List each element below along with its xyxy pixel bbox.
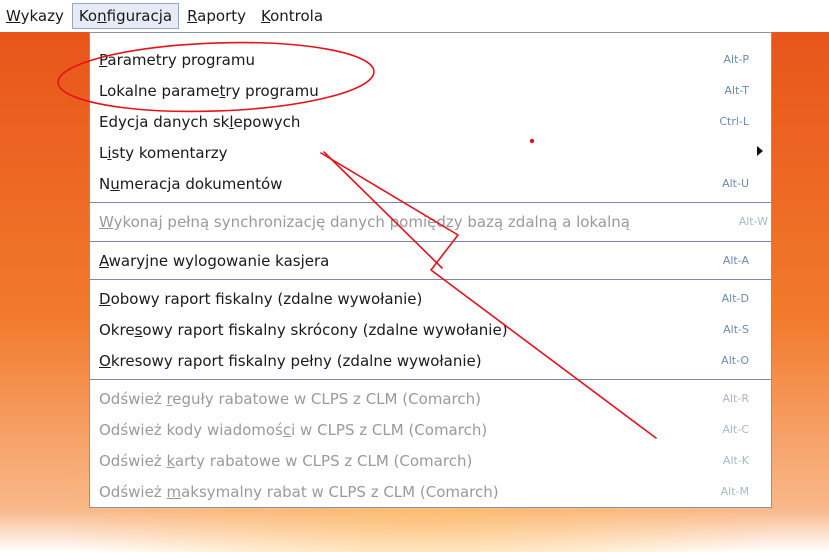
- menu-item-label: Listy komentarzy: [99, 144, 228, 162]
- menu-item-label: Numeracja dokumentów: [99, 175, 283, 193]
- menu-item-wykonaj-synchronizacje: Wykonaj pełną synchronizację danych pomi…: [90, 207, 771, 238]
- shortcut-label: Alt-T: [724, 84, 749, 97]
- menu-item-label: Odśwież karty rabatowe w CLPS z CLM (Com…: [99, 452, 473, 470]
- menu-item-odswiez-reguly-rabatowe: Odśwież reguły rabatowe w CLPS z CLM (Co…: [90, 384, 771, 415]
- menu-konfiguracja[interactable]: Konfiguracja: [71, 3, 180, 29]
- menu-item-odswiez-maksymalny-rabat: Odśwież maksymalny rabat w CLPS z CLM (C…: [90, 477, 771, 508]
- menu-item-odswiez-karty-rabatowe: Odśwież karty rabatowe w CLPS z CLM (Com…: [90, 446, 771, 477]
- menu-raporty[interactable]: Raporty: [180, 3, 253, 29]
- shortcut-label: Alt-P: [723, 53, 750, 66]
- menu-item-label: Wykonaj pełną synchronizację danych pomi…: [99, 213, 630, 231]
- menu-item-lokalne-parametry-programu[interactable]: Lokalne parametry programu Alt-T: [90, 76, 771, 107]
- menu-item-okresowy-raport-pelny[interactable]: Okresowy raport fiskalny pełny (zdalne w…: [90, 346, 771, 377]
- shortcut-label: Alt-R: [722, 392, 749, 405]
- menu-item-label: Lokalne parametry programu: [99, 82, 319, 100]
- menu-item-label: Okresowy raport fiskalny pełny (zdalne w…: [99, 352, 482, 370]
- shortcut-label: Alt-U: [722, 177, 749, 190]
- menu-item-label: Odśwież maksymalny rabat w CLPS z CLM (C…: [99, 483, 499, 501]
- menu-separator: [90, 241, 771, 242]
- shortcut-label: Alt-K: [722, 454, 749, 467]
- menu-item-listy-komentarzy[interactable]: Listy komentarzy: [90, 138, 771, 169]
- menu-item-label: Odśwież reguły rabatowe w CLPS z CLM (Co…: [99, 390, 481, 408]
- menu-separator: [90, 279, 771, 280]
- menu-item-label: Odśwież kody wiadomości w CLPS z CLM (Co…: [99, 421, 488, 439]
- shortcut-label: Alt-W: [738, 215, 768, 228]
- shortcut-label: Ctrl-L: [719, 115, 749, 128]
- menu-item-label: Dobowy raport fiskalny (zdalne wywołanie…: [99, 290, 423, 308]
- shortcut-label: Alt-M: [720, 485, 749, 498]
- menu-bar: Wykazy Konfiguracja Raporty Kontrola: [0, 0, 829, 32]
- menu-item-okresowy-raport-skrocony[interactable]: Okresowy raport fiskalny skrócony (zdaln…: [90, 315, 771, 346]
- menu-item-odswiez-kody-wiadomosci: Odśwież kody wiadomości w CLPS z CLM (Co…: [90, 415, 771, 446]
- menu-item-awaryjne-wylogowanie[interactable]: Awaryjne wylogowanie kasjera Alt-A: [90, 246, 771, 277]
- menu-item-edycja-danych-sklepowych[interactable]: Edycja danych sklepowych Ctrl-L: [90, 107, 771, 138]
- menu-item-label: Parametry programu: [99, 51, 255, 69]
- shortcut-label: Alt-C: [722, 423, 749, 436]
- submenu-arrow-icon: [757, 146, 763, 156]
- konfiguracja-dropdown-menu: Parametry programu Alt-P Lokalne paramet…: [89, 32, 772, 508]
- menu-item-dobowy-raport-fiskalny[interactable]: Dobowy raport fiskalny (zdalne wywołanie…: [90, 284, 771, 315]
- shortcut-label: Alt-A: [722, 254, 749, 267]
- menu-wykazy[interactable]: Wykazy: [0, 3, 71, 29]
- menu-item-numeracja-dokumentow[interactable]: Numeracja dokumentów Alt-U: [90, 169, 771, 200]
- menu-item-label: Okresowy raport fiskalny skrócony (zdaln…: [99, 321, 508, 339]
- menu-item-parametry-programu[interactable]: Parametry programu Alt-P: [90, 45, 771, 76]
- menu-separator: [90, 379, 771, 380]
- shortcut-label: Alt-D: [721, 292, 749, 305]
- shortcut-label: Alt-S: [723, 323, 749, 336]
- shortcut-label: Alt-O: [721, 354, 749, 367]
- menu-kontrola[interactable]: Kontrola: [254, 3, 330, 29]
- menu-separator: [90, 202, 771, 203]
- menu-item-label: Edycja danych sklepowych: [99, 113, 301, 131]
- menu-item-label: Awaryjne wylogowanie kasjera: [99, 252, 330, 270]
